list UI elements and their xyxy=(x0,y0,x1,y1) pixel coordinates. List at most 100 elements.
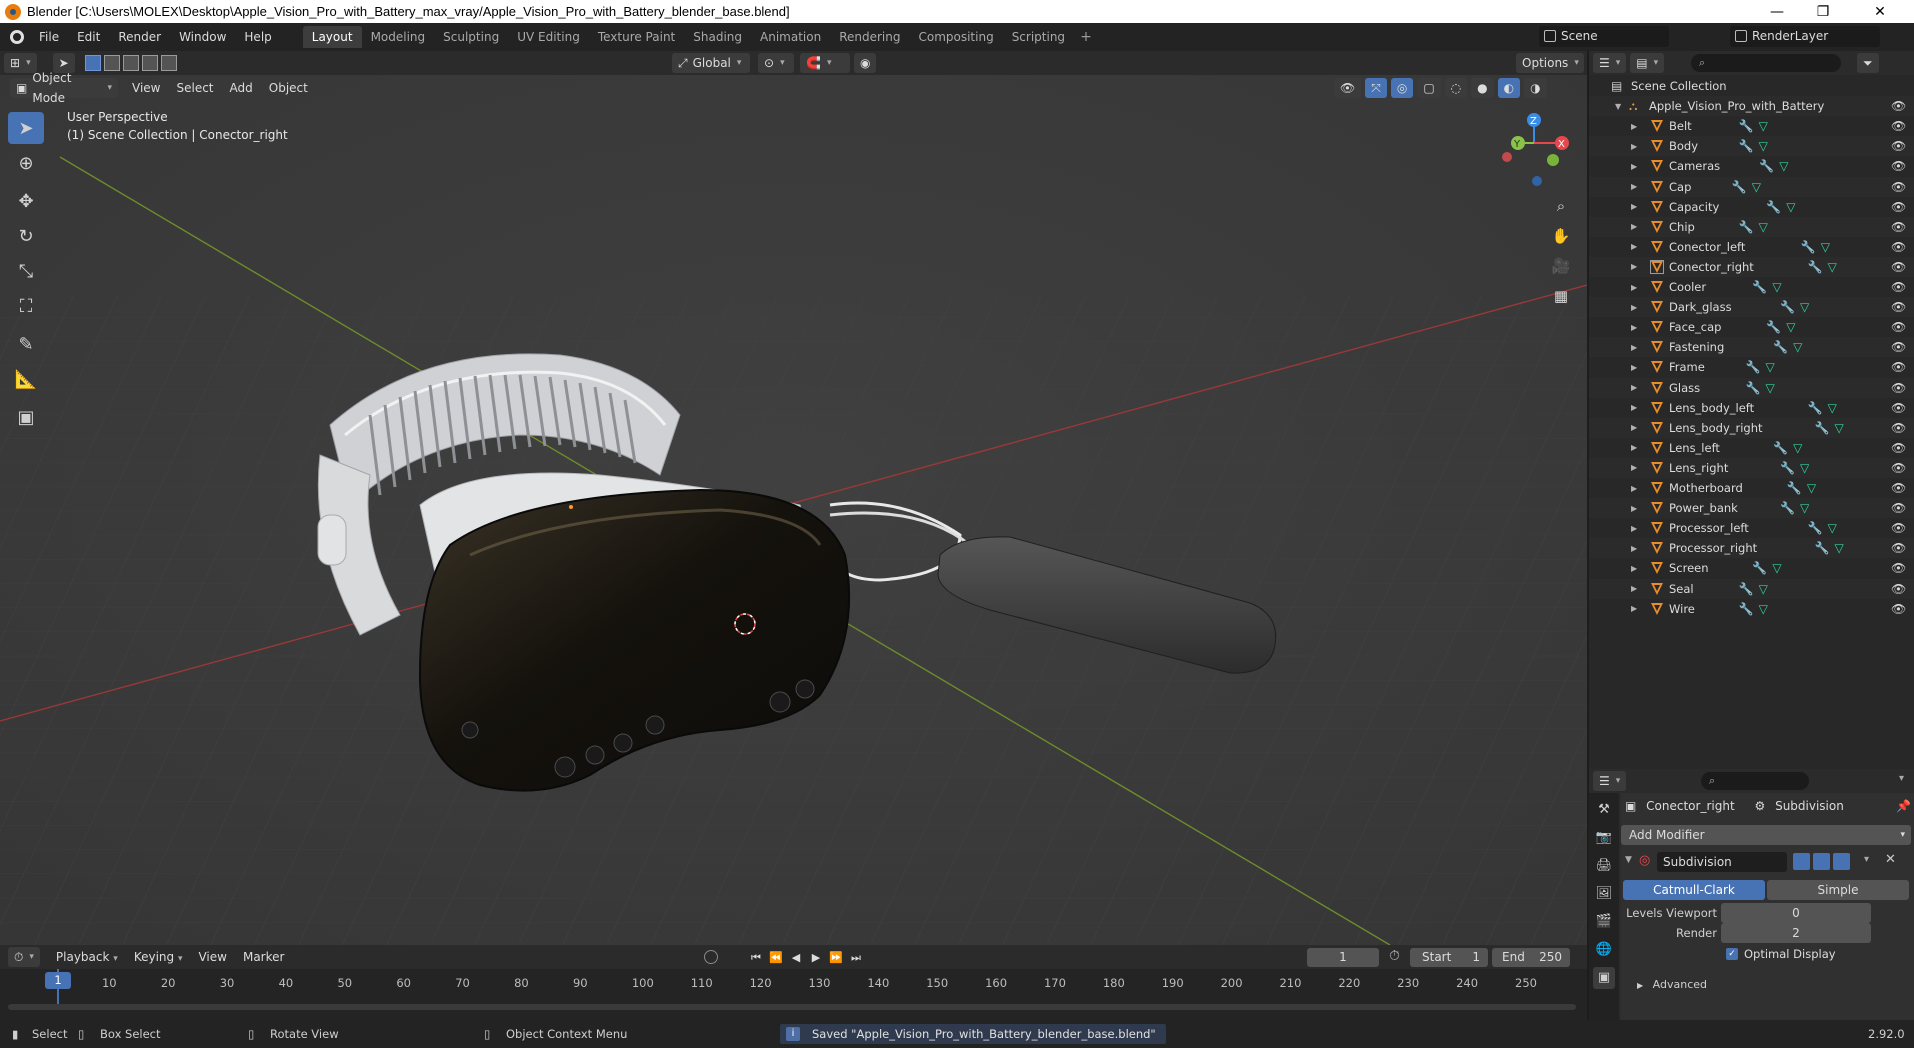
tab-layout[interactable]: Layout xyxy=(302,26,362,48)
scene-tab-icon[interactable]: 🎬 xyxy=(1593,911,1615,933)
mesh-data-icon[interactable]: ▽ xyxy=(1759,602,1768,616)
timeline-editor-type[interactable]: ⏱ ▾ xyxy=(8,947,40,967)
gizmo-toggle-icon[interactable]: ⤧ xyxy=(1365,78,1387,98)
modifier-wrench-icon[interactable]: 🔧 xyxy=(1752,280,1767,294)
modifier-collapse-icon[interactable]: ▼ xyxy=(1625,855,1632,865)
modifier-wrench-icon[interactable]: 🔧 xyxy=(1815,541,1830,555)
modifier-menu-icon[interactable]: ▾ xyxy=(1864,854,1869,865)
outliner-object-row[interactable]: ▶ Lens_left 🔧 ▽ 👁 xyxy=(1589,438,1914,458)
viewport-menu-add[interactable]: Add xyxy=(222,81,261,95)
rotate-tool-icon[interactable]: ↻ xyxy=(8,220,44,252)
eye-icon[interactable]: 👁 xyxy=(1891,401,1906,415)
properties-editor-type[interactable]: ☰ ▾ xyxy=(1593,771,1627,791)
render-tab-icon[interactable]: 📷 xyxy=(1593,827,1615,849)
view-layer-tab-icon[interactable]: 🖼 xyxy=(1593,883,1615,905)
tool-tab-icon[interactable]: ⚒ xyxy=(1593,799,1615,821)
pivot-point-dropdown[interactable]: ⊙ ▾ xyxy=(758,53,794,73)
mesh-data-icon[interactable]: ▽ xyxy=(1835,541,1844,555)
menu-window[interactable]: Window xyxy=(170,26,235,48)
rendered-shading-icon[interactable]: ◑ xyxy=(1524,78,1547,98)
outliner-search-input[interactable]: ⌕ xyxy=(1691,54,1841,72)
close-button[interactable]: ✕ xyxy=(1846,0,1914,23)
solid-shading-icon[interactable]: ● xyxy=(1471,78,1494,98)
timeline-scrubber[interactable]: 10 20 30 40 50 60 70 80 90 100 110 120 130 140 150 160 1… xyxy=(0,969,1587,1020)
mesh-data-icon[interactable]: ▽ xyxy=(1793,441,1802,455)
outliner-collection-row[interactable]: ▼ ⛬ Apple_Vision_Pro_with_Battery 👁 xyxy=(1589,96,1914,117)
modifier-wrench-icon[interactable]: 🔧 xyxy=(1766,200,1781,214)
eye-icon[interactable]: 👁 xyxy=(1891,99,1906,113)
modifier-wrench-icon[interactable]: 🔧 xyxy=(1766,320,1781,334)
mesh-data-icon[interactable]: ▽ xyxy=(1759,139,1768,153)
outliner-object-row[interactable]: ▶ Cooler 🔧 ▽ 👁 xyxy=(1589,277,1914,297)
start-frame-field[interactable]: Start 1 xyxy=(1410,948,1488,967)
snap-toggle[interactable]: 🧲 ▾ xyxy=(800,53,850,73)
eye-icon[interactable]: 👁 xyxy=(1891,180,1906,194)
eye-icon[interactable]: 👁 xyxy=(1891,481,1906,495)
modifier-wrench-icon[interactable]: 🔧 xyxy=(1808,401,1823,415)
eye-icon[interactable]: 👁 xyxy=(1891,220,1906,234)
stopwatch-icon[interactable]: ⏱ xyxy=(1389,948,1400,964)
simple-button[interactable]: Simple xyxy=(1767,880,1909,900)
eye-icon[interactable]: 👁 xyxy=(1891,139,1906,153)
tab-rendering[interactable]: Rendering xyxy=(830,26,909,48)
mesh-data-icon[interactable]: ▽ xyxy=(1766,360,1775,374)
menu-help[interactable]: Help xyxy=(235,26,280,48)
timeline-menu-marker[interactable]: Marker xyxy=(235,950,292,964)
material-preview-icon[interactable]: ◐ xyxy=(1497,78,1521,98)
eye-icon[interactable]: 👁 xyxy=(1891,340,1906,354)
modifier-wrench-icon[interactable]: 🔧 xyxy=(1773,340,1788,354)
modifier-wrench-icon[interactable]: 🔧 xyxy=(1746,360,1761,374)
mesh-data-icon[interactable]: ▽ xyxy=(1800,300,1809,314)
catmull-clark-button[interactable]: Catmull-Clark xyxy=(1623,880,1765,900)
outliner-object-row[interactable]: ▶ Lens_body_right 🔧 ▽ 👁 xyxy=(1589,417,1914,438)
modifier-wrench-icon[interactable]: 🔧 xyxy=(1780,501,1795,515)
outliner-object-row[interactable]: ▶ Frame 🔧 ▽ 👁 xyxy=(1589,357,1914,377)
record-keyframe-icon[interactable] xyxy=(704,950,718,964)
viewport-menu-object[interactable]: Object xyxy=(261,81,316,95)
menu-render[interactable]: Render xyxy=(109,26,170,48)
outliner-object-row[interactable]: ▶ Body 🔧 ▽ 👁 xyxy=(1589,136,1914,157)
eye-icon[interactable]: 👁 xyxy=(1891,280,1906,294)
outliner-object-row[interactable]: ▶ Belt 🔧 ▽ 👁 xyxy=(1589,116,1914,136)
outliner-object-row[interactable]: ▶ Chip 🔧 ▽ 👁 xyxy=(1589,216,1914,237)
eye-icon[interactable]: 👁 xyxy=(1891,260,1906,274)
eye-icon[interactable]: 👁 xyxy=(1891,381,1906,395)
outliner-filter-icon[interactable]: ⏷ xyxy=(1857,53,1879,73)
eye-icon[interactable]: 👁 xyxy=(1891,582,1906,596)
jump-prev-keyframe-icon[interactable]: ⏪ xyxy=(766,949,786,966)
outliner-object-row[interactable]: ▶ Power_bank 🔧 ▽ 👁 xyxy=(1589,498,1914,519)
edit-mode-toggle-icon[interactable] xyxy=(1793,853,1810,870)
mesh-data-icon[interactable]: ▽ xyxy=(1800,461,1809,475)
options-dropdown[interactable]: Options ▾ xyxy=(1516,53,1584,73)
measure-tool-icon[interactable]: 📐 xyxy=(8,363,44,395)
eye-icon[interactable]: 👁 xyxy=(1891,300,1906,314)
eye-icon[interactable]: 👁 xyxy=(1891,421,1906,435)
properties-search-input[interactable]: ⌕ xyxy=(1701,772,1809,790)
optimal-display-checkbox[interactable]: ✓ xyxy=(1726,948,1738,960)
eye-icon[interactable]: 👁 xyxy=(1891,159,1906,173)
mesh-data-icon[interactable]: ▽ xyxy=(1759,119,1768,133)
maximize-button[interactable]: ❐ xyxy=(1800,0,1846,23)
select-subtract-icon[interactable] xyxy=(122,55,139,71)
scene-selector[interactable]: Scene xyxy=(1539,26,1669,47)
modifier-wrench-icon[interactable]: 🔧 xyxy=(1780,461,1795,475)
output-tab-icon[interactable]: 🖨 xyxy=(1593,855,1615,877)
modifier-wrench-icon[interactable]: 🔧 xyxy=(1808,521,1823,535)
modifier-wrench-icon[interactable]: 🔧 xyxy=(1787,481,1802,495)
mesh-data-icon[interactable]: ▽ xyxy=(1821,240,1830,254)
mesh-data-icon[interactable]: ▽ xyxy=(1828,260,1837,274)
add-modifier-dropdown[interactable]: Add Modifier ▾ xyxy=(1621,825,1911,845)
mesh-data-icon[interactable]: ▽ xyxy=(1766,381,1775,395)
remove-modifier-icon[interactable]: ✕ xyxy=(1885,852,1896,867)
modifier-wrench-icon[interactable]: 🔧 xyxy=(1801,240,1816,254)
outliner-object-row[interactable]: ▶ Face_cap 🔧 ▽ 👁 xyxy=(1589,317,1914,337)
eye-icon[interactable]: 👁 xyxy=(1891,521,1906,535)
mesh-data-icon[interactable]: ▽ xyxy=(1786,320,1795,334)
modifier-wrench-icon[interactable]: 🔧 xyxy=(1746,381,1761,395)
mesh-data-icon[interactable]: ▽ xyxy=(1800,501,1809,515)
modifier-wrench-icon[interactable]: 🔧 xyxy=(1815,421,1830,435)
add-workspace-button[interactable]: + xyxy=(1074,26,1098,48)
eye-icon[interactable]: 👁 xyxy=(1891,240,1906,254)
outliner-object-row[interactable]: ▶ Cameras 🔧 ▽ 👁 xyxy=(1589,156,1914,176)
modifier-wrench-icon[interactable]: 🔧 xyxy=(1739,119,1754,133)
